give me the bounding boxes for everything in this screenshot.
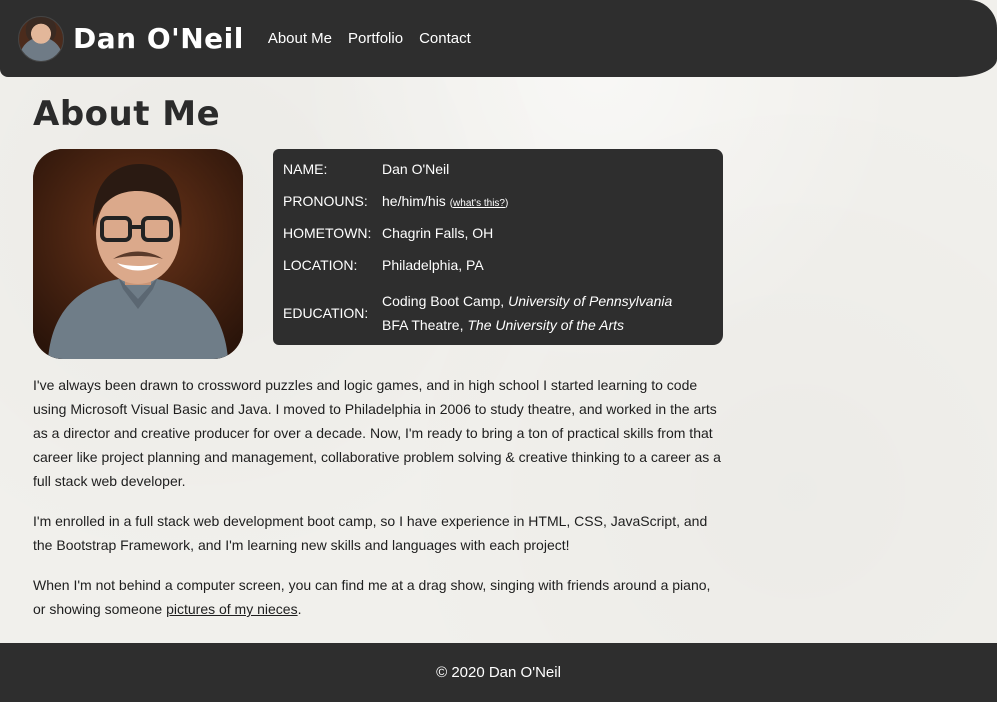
education-2-school: The University of the Arts [467, 317, 625, 333]
profile-photo [33, 149, 243, 359]
pronouns-value: he/him/his (what's this?) [382, 193, 713, 209]
info-row-pronouns: PRONOUNS: he/him/his (what's this?) [283, 193, 713, 209]
name-value: Dan O'Neil [382, 161, 450, 177]
nav-link-portfolio[interactable]: Portfolio [348, 30, 403, 47]
pronouns-label: PRONOUNS: [283, 193, 368, 209]
footer-copyright: © 2020 Dan O'Neil [436, 664, 561, 681]
bio-paragraph-3-end: . [297, 601, 302, 617]
education-label: EDUCATION: [283, 305, 369, 321]
education-1-school: University of Pennsylvania [508, 293, 673, 309]
whats-this-link[interactable]: what's this? [453, 198, 505, 209]
pronouns-link-close: ) [504, 198, 509, 209]
education-1-degree: Coding Boot Camp, [382, 293, 509, 309]
bio-paragraph-3-text: When I'm not behind a computer screen, y… [33, 577, 711, 617]
nav-links: About Me Portfolio Contact [268, 30, 471, 47]
profile-info-card: NAME: Dan O'Neil PRONOUNS: he/him/his (w… [273, 149, 723, 345]
brand-link[interactable]: Dan O'Neil [73, 22, 244, 55]
hometown-label: HOMETOWN: [283, 225, 372, 241]
location-value: Philadelphia, PA [382, 257, 484, 273]
education-2-degree: BFA Theatre, [382, 317, 468, 333]
bio-paragraph-2: I'm enrolled in a full stack web develop… [33, 513, 708, 553]
hometown-value: Chagrin Falls, OH [382, 225, 494, 241]
page-title: About Me [33, 94, 221, 134]
name-label: NAME: [283, 161, 328, 177]
info-row-name: NAME: Dan O'Neil [283, 161, 713, 177]
info-row-education: EDUCATION: Coding Boot Camp, University … [283, 289, 713, 337]
avatar[interactable] [18, 15, 64, 62]
location-label: LOCATION: [283, 257, 358, 273]
education-value: Coding Boot Camp, University of Pennsylv… [382, 289, 713, 337]
navbar: Dan O'Neil About Me Portfolio Contact [0, 0, 997, 77]
nav-link-about[interactable]: About Me [268, 30, 332, 47]
pronouns-text: he/him/his [382, 193, 446, 209]
info-row-hometown: HOMETOWN: Chagrin Falls, OH [283, 225, 713, 241]
education-2: BFA Theatre, The University of the Arts [382, 317, 624, 333]
footer: © 2020 Dan O'Neil [0, 643, 997, 702]
info-row-location: LOCATION: Philadelphia, PA [283, 257, 713, 273]
bio-paragraph-3: When I'm not behind a computer screen, y… [33, 573, 723, 621]
nav-link-contact[interactable]: Contact [419, 30, 471, 47]
nieces-pictures-link[interactable]: pictures of my nieces [166, 601, 298, 617]
education-1: Coding Boot Camp, University of Pennsylv… [382, 293, 672, 309]
bio-paragraph-1: I've always been drawn to crossword puzz… [33, 377, 721, 489]
